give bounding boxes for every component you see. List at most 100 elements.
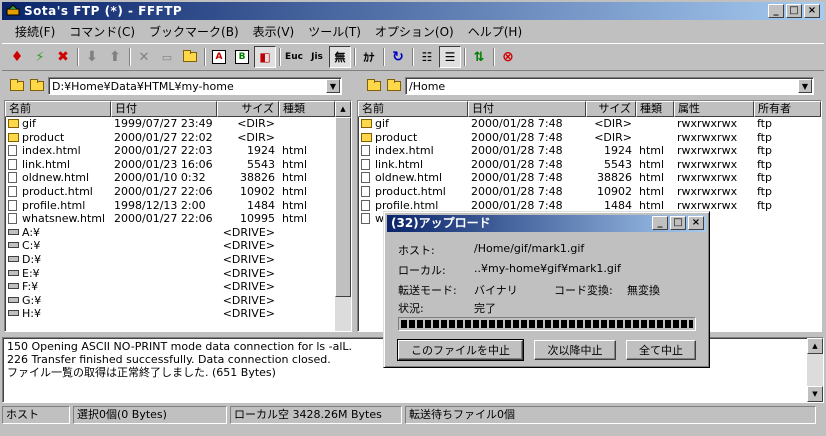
- dialog-minimize-button[interactable]: _: [652, 216, 668, 230]
- menu-tools[interactable]: ツール(T): [301, 23, 368, 40]
- menu-options[interactable]: オプション(O): [368, 23, 461, 40]
- detail-view-button[interactable]: ☰: [439, 46, 461, 68]
- quick-connect-button[interactable]: ⚡: [29, 46, 51, 68]
- drive-icon: [8, 242, 19, 249]
- remote-cell-attr: rwxrwxrwx: [677, 117, 738, 130]
- upload-button[interactable]: ⬆: [104, 46, 126, 68]
- scroll-down-icon[interactable]: ▼: [807, 386, 823, 402]
- local-file-row[interactable]: C:¥ <DRIVE>: [5, 239, 351, 253]
- remote-col-size[interactable]: サイズ: [586, 101, 636, 117]
- local-file-row[interactable]: D:¥ <DRIVE>: [5, 253, 351, 267]
- title-bar[interactable]: Sota's FTP (*) - FFFTP _ □ ×: [2, 2, 824, 20]
- dialog-title: (32)アップロード: [391, 216, 491, 230]
- menu-help[interactable]: ヘルプ(H): [461, 23, 529, 40]
- remote-up-folder-button[interactable]: [365, 77, 383, 95]
- remote-col-owner[interactable]: 所有者: [754, 101, 821, 117]
- local-file-row[interactable]: product.html 2000/01/27 22:06 10902 html: [5, 185, 351, 199]
- binary-mode-button[interactable]: B: [231, 46, 253, 68]
- local-file-row[interactable]: oldnew.html 2000/01/10 0:32 38826 html: [5, 171, 351, 185]
- list-view-button[interactable]: ☷: [416, 46, 438, 68]
- local-file-row[interactable]: F:¥ <DRIVE>: [5, 280, 351, 294]
- new-folder-icon: [183, 50, 197, 62]
- local-open-folder-button[interactable]: [28, 77, 46, 95]
- delete-button[interactable]: ✕: [133, 46, 155, 68]
- local-cell-name: D:¥: [5, 253, 111, 267]
- up-folder-icon: [367, 79, 381, 91]
- download-button[interactable]: ⬇: [81, 46, 103, 68]
- kana-button[interactable]: ｶﾅ: [358, 46, 380, 68]
- local-file-row[interactable]: whatsnew.html 2000/01/27 22:06 10995 html: [5, 212, 351, 226]
- menu-command[interactable]: コマンド(C): [62, 23, 142, 40]
- drive-icon: [8, 283, 19, 290]
- remote-col-name[interactable]: 名前: [358, 101, 468, 117]
- local-scrollbar[interactable]: ▲: [335, 101, 351, 331]
- scroll-up-icon[interactable]: ▲: [807, 338, 823, 354]
- scroll-up-icon[interactable]: ▲: [335, 101, 351, 117]
- refresh-button[interactable]: ↻: [387, 46, 409, 68]
- close-button[interactable]: ×: [804, 4, 820, 18]
- jis-button[interactable]: Jis: [306, 46, 328, 68]
- sync-button[interactable]: ⇅: [468, 46, 490, 68]
- remote-path-combo[interactable]: /Home ▼: [405, 77, 814, 95]
- local-path-text: D:¥Home¥Data¥HTML¥my-home: [52, 79, 234, 93]
- local-file-row[interactable]: index.html 2000/01/27 22:03 1924 html: [5, 144, 351, 158]
- local-file-row[interactable]: H:¥ <DRIVE>: [5, 307, 351, 321]
- disconnect-button[interactable]: ✖: [52, 46, 74, 68]
- remote-file-row[interactable]: product 2000/01/28 7:48 <DIR> rwxrwxrwx ftp: [358, 131, 821, 145]
- local-col-type[interactable]: 種類: [279, 101, 335, 117]
- remote-file-row[interactable]: link.html 2000/01/28 7:48 5543 html rwxrwxrw…: [358, 158, 821, 172]
- status-host: ホスト: [2, 406, 70, 424]
- cancel-this-file-button[interactable]: このファイルを中止: [397, 339, 524, 361]
- remote-file-row[interactable]: gif 2000/01/28 7:48 <DIR> rwxrwxrwx ftp: [358, 117, 821, 131]
- rename-button[interactable]: ▭: [156, 46, 178, 68]
- cancel-next-button[interactable]: 次以降中止: [534, 340, 616, 360]
- local-file-row[interactable]: profile.html 1998/12/13 2:00 1484 html: [5, 199, 351, 213]
- stop-button[interactable]: ⊗: [497, 46, 519, 68]
- local-col-name[interactable]: 名前: [5, 101, 111, 117]
- local-file-row[interactable]: E:¥ <DRIVE>: [5, 267, 351, 281]
- list-view-icon: ☷: [421, 50, 433, 64]
- local-col-date[interactable]: 日付: [111, 101, 217, 117]
- remote-file-row[interactable]: index.html 2000/01/28 7:48 1924 html rwxrwxr…: [358, 144, 821, 158]
- local-cell-type: [279, 226, 335, 240]
- local-scroll-thumb[interactable]: [335, 117, 351, 297]
- folder-icon: [8, 119, 19, 128]
- menu-view[interactable]: 表示(V): [246, 23, 302, 40]
- remote-cell-type: html: [639, 184, 665, 198]
- maximize-button[interactable]: □: [786, 4, 802, 18]
- dialog-state-label: 状況:: [398, 302, 424, 315]
- log-scrollbar[interactable]: ▲ ▼: [807, 338, 823, 402]
- local-file-row[interactable]: product 2000/01/27 22:02 <DIR>: [5, 131, 351, 145]
- quick-plug-icon: ⚡: [35, 49, 45, 65]
- euc-button[interactable]: Euc: [283, 46, 305, 68]
- ascii-mode-button[interactable]: A: [208, 46, 230, 68]
- remote-col-date[interactable]: 日付: [468, 101, 586, 117]
- remote-open-folder-button[interactable]: [385, 77, 403, 95]
- local-cell-name: oldnew.html: [5, 171, 111, 185]
- local-col-size[interactable]: サイズ: [217, 101, 279, 117]
- remote-file-row[interactable]: product.html 2000/01/28 7:48 10902 html rwxr…: [358, 185, 821, 199]
- menu-connect[interactable]: 接続(F): [8, 23, 62, 40]
- chevron-down-icon[interactable]: ▼: [798, 79, 812, 93]
- local-file-row[interactable]: gif 1999/07/27 23:49 <DIR>: [5, 117, 351, 131]
- connect-button[interactable]: ♦: [6, 46, 28, 68]
- minimize-button[interactable]: _: [768, 4, 784, 18]
- cancel-all-button[interactable]: 全て中止: [626, 340, 696, 360]
- remote-file-row[interactable]: oldnew.html 2000/01/28 7:48 38826 html rwxrw…: [358, 171, 821, 185]
- dialog-close-button[interactable]: ×: [688, 216, 704, 230]
- remote-col-attr[interactable]: 属性: [674, 101, 754, 117]
- local-file-row[interactable]: link.html 2000/01/23 16:06 5543 html: [5, 158, 351, 172]
- mkdir-button[interactable]: [179, 46, 201, 68]
- menu-bookmark[interactable]: ブックマーク(B): [142, 23, 246, 40]
- remote-col-type[interactable]: 種類: [636, 101, 674, 117]
- local-file-row[interactable]: A:¥ <DRIVE>: [5, 226, 351, 240]
- local-cell-date: 1998/12/13 2:00: [114, 198, 206, 212]
- auto-mode-button[interactable]: ◧: [254, 46, 276, 68]
- dialog-maximize-button[interactable]: □: [670, 216, 686, 230]
- dialog-title-bar[interactable]: (32)アップロード _ □ ×: [387, 215, 706, 232]
- local-file-row[interactable]: G:¥ <DRIVE>: [5, 294, 351, 308]
- chevron-down-icon[interactable]: ▼: [326, 79, 340, 93]
- local-up-folder-button[interactable]: [8, 77, 26, 95]
- no-conversion-button[interactable]: 無: [329, 46, 351, 68]
- local-path-combo[interactable]: D:¥Home¥Data¥HTML¥my-home ▼: [48, 77, 342, 95]
